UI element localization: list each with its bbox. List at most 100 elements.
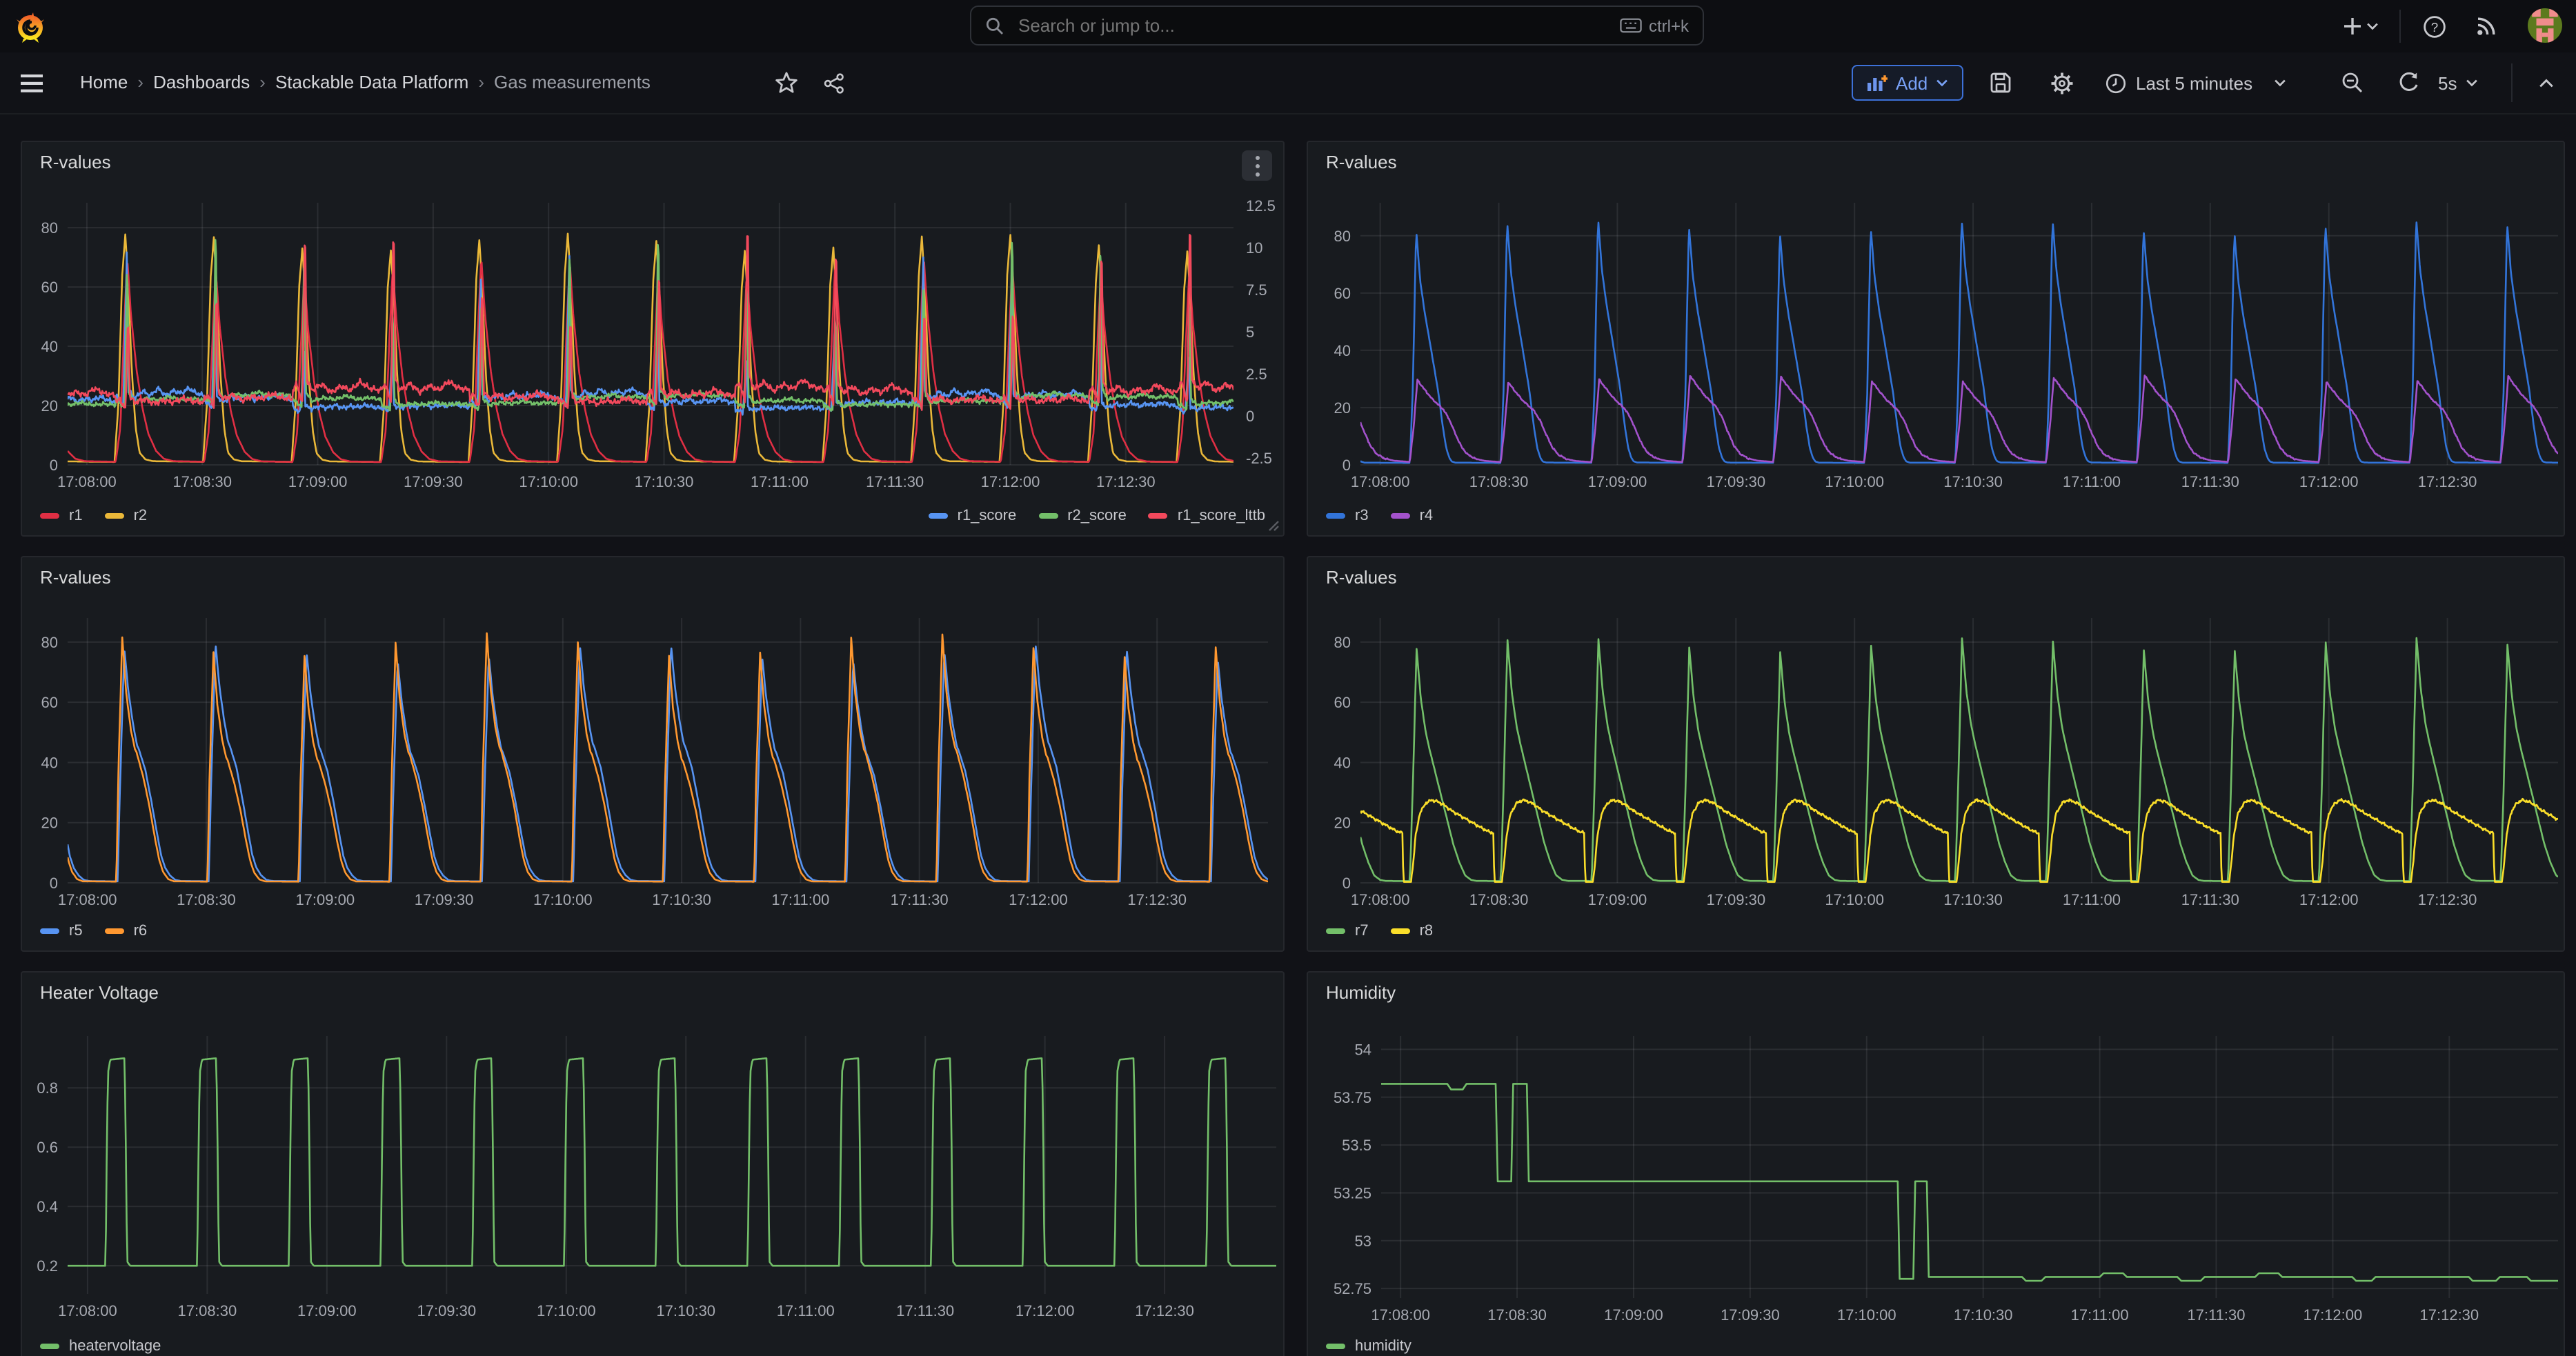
y-tick-label: 52.75 — [1334, 1280, 1371, 1297]
user-avatar[interactable] — [2528, 8, 2562, 43]
y2-tick-label: 2.5 — [1246, 366, 1267, 383]
legend-label: r3 — [1355, 508, 1369, 524]
breadcrumb-item-folder[interactable]: Stackable Data Platform — [275, 72, 468, 92]
collapse-toolbar-button[interactable] — [2528, 65, 2564, 101]
search-input[interactable] — [1015, 14, 1620, 37]
legend-item-r8[interactable]: r8 — [1391, 923, 1434, 939]
panel-legend: humidity — [1326, 1333, 2546, 1356]
refresh-interval-label: 5s — [2438, 72, 2457, 93]
dashboard-settings-button[interactable] — [2043, 65, 2079, 101]
chevron-down-icon — [2273, 79, 2286, 87]
legend-swatch — [40, 1344, 59, 1349]
legend-label: humidity — [1355, 1338, 1411, 1355]
refresh-interval-dropdown[interactable]: 5s — [2438, 65, 2477, 101]
panel-heater-voltage-4: Heater Voltage17:08:0017:08:3017:09:0017… — [21, 971, 1285, 1356]
y-tick-label: 54 — [1355, 1041, 1371, 1058]
y-tick-label: 60 — [1334, 285, 1351, 302]
breadcrumb-item-dashboards[interactable]: Dashboards — [153, 72, 250, 92]
legend-label: r6 — [134, 923, 148, 939]
zoom-out-button[interactable] — [2335, 65, 2370, 101]
y-tick-label: 0 — [1343, 457, 1351, 474]
y-tick-label: 53.75 — [1334, 1089, 1371, 1106]
panel-legend: heatervoltage — [40, 1333, 1265, 1356]
x-tick-label: 17:09:30 — [1706, 891, 1765, 908]
search-shortcut: ctrl+k — [1620, 16, 1689, 35]
legend-item-r5[interactable]: r5 — [40, 923, 83, 939]
panel-title[interactable]: R-values — [40, 567, 111, 588]
legend-label: r2_score — [1067, 508, 1127, 524]
y-tick-label: 20 — [1334, 399, 1351, 417]
create-new-button[interactable] — [2337, 10, 2384, 43]
legend-item-r3[interactable]: r3 — [1326, 508, 1369, 524]
save-dashboard-button[interactable] — [1983, 65, 2019, 101]
x-tick-label: 17:11:30 — [2181, 891, 2239, 908]
favorite-star-button[interactable] — [771, 68, 802, 98]
legend-item-r1[interactable]: r1 — [40, 508, 83, 524]
legend-item-r6[interactable]: r6 — [105, 923, 148, 939]
grafana-logo[interactable] — [14, 10, 47, 43]
panel-title[interactable]: Heater Voltage — [40, 982, 159, 1003]
y-tick-label: 0 — [50, 457, 58, 474]
legend-item-heatervoltage[interactable]: heatervoltage — [40, 1338, 161, 1355]
breadcrumb-separator: › — [468, 72, 494, 92]
y-tick-label: 0.4 — [37, 1198, 58, 1215]
legend-item-r2_score[interactable]: r2_score — [1038, 508, 1127, 524]
panel-resize-handle[interactable] — [1268, 520, 1279, 531]
avatar-image — [2528, 8, 2562, 43]
time-range-picker[interactable]: Last 5 minutes — [2094, 65, 2297, 101]
panel-legend: r3 r4 — [1326, 502, 2546, 530]
legend-label: r1_score_lttb — [1178, 508, 1265, 524]
legend-item-r4[interactable]: r4 — [1391, 508, 1434, 524]
series-r8 — [1360, 799, 2558, 881]
legend-label: r1_score — [958, 508, 1017, 524]
search-input-container[interactable]: ctrl+k — [970, 6, 1704, 46]
chevron-down-icon — [2465, 79, 2477, 87]
y-tick-label: 40 — [1334, 754, 1351, 771]
x-tick-label: 17:09:00 — [288, 473, 348, 490]
menu-toggle-button[interactable] — [17, 68, 47, 98]
y-tick-label: 20 — [41, 815, 58, 832]
x-tick-label: 17:10:30 — [652, 891, 711, 908]
legend-item-r1_score_lttb[interactable]: r1_score_lttb — [1149, 508, 1265, 524]
x-tick-label: 17:09:30 — [1721, 1306, 1780, 1324]
x-tick-label: 17:08:00 — [1371, 1306, 1430, 1324]
keyboard-icon — [1620, 18, 1642, 33]
y-tick-label: 40 — [41, 754, 58, 771]
legend-item-humidity[interactable]: humidity — [1326, 1338, 1411, 1355]
x-tick-label: 17:08:00 — [57, 473, 117, 490]
panel-title[interactable]: R-values — [1326, 567, 1397, 588]
x-tick-label: 17:12:30 — [1135, 1302, 1194, 1319]
legend-item-r7[interactable]: r7 — [1326, 923, 1369, 939]
panel-title[interactable]: Humidity — [1326, 982, 1396, 1003]
add-panel-button[interactable]: Add — [1852, 65, 1963, 101]
panel-menu-button[interactable] — [1242, 150, 1272, 181]
y2-tick-label: -2.5 — [1246, 450, 1272, 467]
kebab-dot — [1255, 163, 1259, 168]
news-button[interactable] — [2470, 10, 2503, 43]
x-tick-label: 17:12:00 — [2303, 1306, 2363, 1324]
breadcrumb-item-current: Gas measurements — [494, 72, 651, 92]
chevron-down-icon — [2366, 22, 2379, 30]
x-tick-label: 17:11:00 — [777, 1302, 835, 1319]
x-tick-label: 17:08:30 — [177, 891, 236, 908]
legend-item-r2[interactable]: r2 — [105, 508, 148, 524]
chart-canvas: 17:08:0017:08:3017:09:0017:09:3017:10:00… — [1308, 142, 2564, 535]
breadcrumb-item-home[interactable]: Home — [80, 72, 128, 92]
x-tick-label: 17:09:30 — [415, 891, 474, 908]
panel-r-values-3: R-values17:08:0017:08:3017:09:0017:09:30… — [1307, 556, 2565, 952]
refresh-button[interactable] — [2391, 65, 2427, 101]
y-tick-label: 0.8 — [37, 1079, 58, 1097]
legend-item-r1_score[interactable]: r1_score — [929, 508, 1017, 524]
gear-icon — [2050, 71, 2073, 94]
x-tick-label: 17:09:00 — [1604, 1306, 1663, 1324]
panel-title[interactable]: R-values — [40, 152, 111, 172]
legend-swatch — [929, 513, 948, 519]
y-tick-label: 0.2 — [37, 1257, 58, 1275]
y-tick-label: 80 — [41, 634, 58, 651]
x-tick-label: 17:10:30 — [1954, 1306, 2013, 1324]
legend-label: r8 — [1420, 923, 1434, 939]
help-button[interactable]: ? — [2417, 10, 2450, 43]
x-tick-label: 17:10:30 — [1943, 473, 2003, 490]
share-button[interactable] — [818, 68, 849, 98]
panel-title[interactable]: R-values — [1326, 152, 1397, 172]
